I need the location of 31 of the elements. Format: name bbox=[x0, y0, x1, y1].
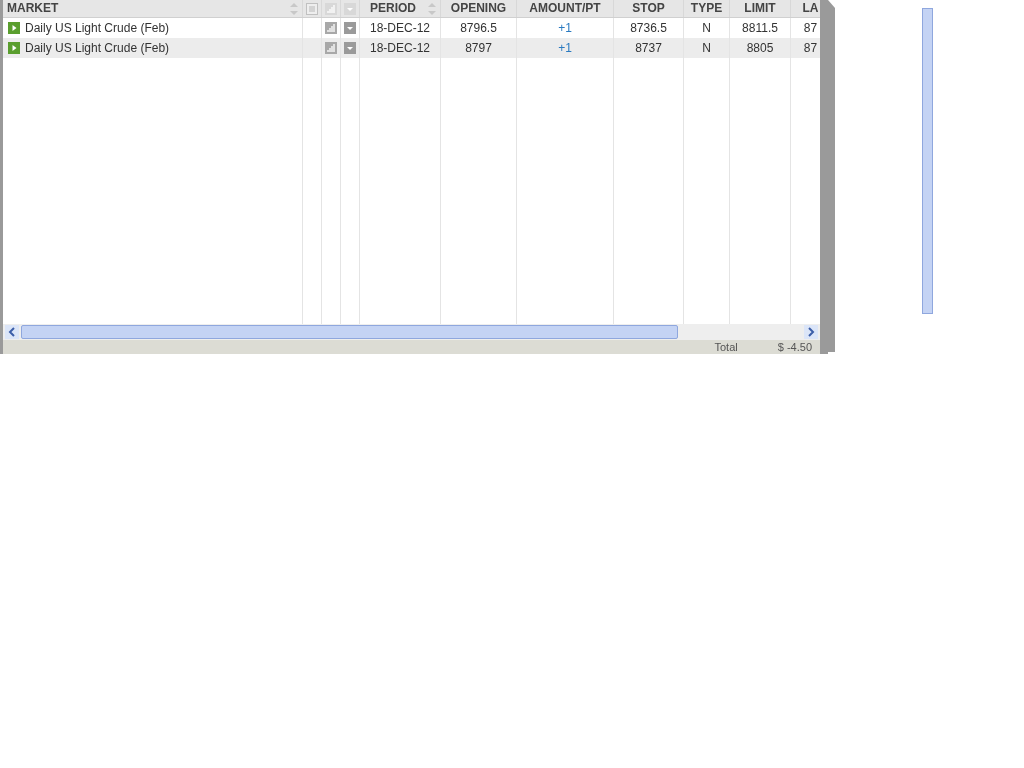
table-cell: 8737 bbox=[614, 38, 684, 58]
chart-icon[interactable] bbox=[325, 2, 337, 15]
scroll-thumb[interactable] bbox=[21, 325, 678, 339]
total-value: $ -4.50 bbox=[777, 340, 812, 354]
table-cell: 8805 bbox=[730, 38, 791, 58]
column-header[interactable]: LIMIT bbox=[730, 0, 791, 17]
list-icon[interactable] bbox=[306, 2, 318, 15]
chart-icon[interactable] bbox=[325, 42, 337, 54]
play-icon[interactable] bbox=[8, 42, 20, 54]
horizontal-scrollbar[interactable] bbox=[3, 324, 820, 340]
dropdown-icon[interactable] bbox=[344, 22, 356, 34]
market-name: Daily US Light Crude (Feb) bbox=[25, 20, 170, 37]
table-cell: N bbox=[684, 38, 730, 58]
vertical-scrollbar[interactable] bbox=[922, 8, 933, 314]
column-header[interactable]: OPENING bbox=[441, 0, 517, 17]
scroll-left-icon[interactable] bbox=[5, 325, 19, 339]
play-icon[interactable] bbox=[8, 22, 20, 34]
column-header[interactable]: AMOUNT/PT bbox=[517, 0, 614, 17]
dropdown-icon[interactable] bbox=[344, 42, 356, 54]
table-cell: 18-DEC-12 bbox=[360, 38, 441, 58]
column-header[interactable]: TYPE bbox=[684, 0, 730, 17]
sort-icon[interactable] bbox=[428, 3, 436, 15]
dropdown-icon[interactable] bbox=[344, 2, 356, 15]
total-label: Total bbox=[714, 340, 738, 354]
table-cell: +1 bbox=[517, 38, 614, 58]
market-name: Daily US Light Crude (Feb) bbox=[25, 40, 170, 57]
chart-icon[interactable] bbox=[325, 22, 337, 34]
table-cell: 8797 bbox=[441, 38, 517, 58]
sort-icon[interactable] bbox=[290, 3, 298, 15]
column-header[interactable]: STOP bbox=[614, 0, 684, 17]
scroll-right-icon[interactable] bbox=[804, 325, 818, 339]
